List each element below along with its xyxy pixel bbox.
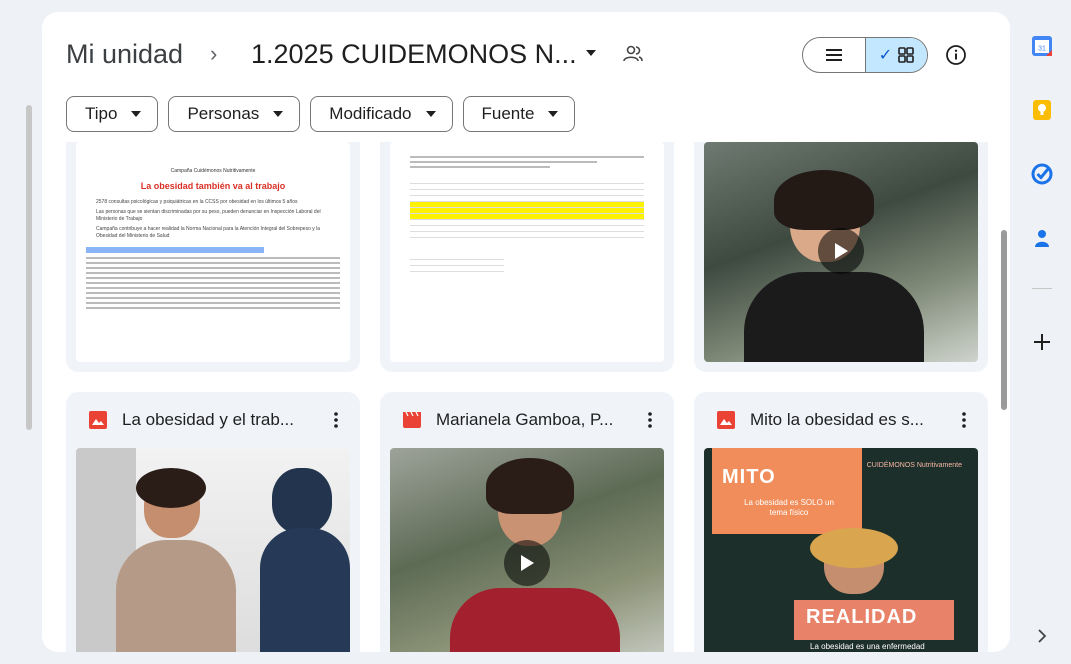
list-icon [825, 49, 842, 61]
file-card[interactable]: Campaña Cuidémonos Nutritivamente La obe… [66, 142, 360, 372]
filter-people-chip[interactable]: Personas [168, 96, 301, 132]
keep-icon[interactable] [1030, 98, 1054, 122]
file-title: La obesidad y el trab... [122, 410, 295, 429]
breadcrumb-current-folder[interactable]: 1.2025 CUIDEMONOS N... [251, 39, 577, 70]
filter-modified-label: Modificado [329, 104, 412, 123]
filter-people-label: Personas [187, 104, 260, 123]
tasks-icon[interactable] [1030, 162, 1054, 186]
image-thumbnail: MITO La obesidad es SOLO un tema físico … [704, 448, 978, 652]
doc-title: La obesidad también va al trabajo [140, 180, 286, 191]
header: Mi unidad › 1.2025 CUIDEMONOS N... ✓ [42, 12, 1010, 98]
grid-icon [898, 47, 914, 63]
view-toggle: ✓ [802, 37, 928, 73]
file-card[interactable] [694, 142, 988, 372]
file-title: Marianela Gamboa, P... [436, 410, 614, 429]
folder-menu-caret-icon[interactable] [582, 46, 600, 60]
breadcrumb-root[interactable]: Mi unidad [66, 39, 183, 70]
chevron-down-icon [273, 111, 284, 117]
chevron-down-icon [425, 111, 436, 117]
more-options-icon[interactable] [640, 410, 660, 430]
filter-chips: Tipo Personas Modificado Fuente [66, 96, 576, 132]
filter-source-chip[interactable]: Fuente [462, 96, 576, 132]
file-card[interactable]: Mito la obesidad es s... MITO La obesida… [694, 392, 988, 652]
doc-bullet: 2578 consultas psicológicas y psiquiátri… [96, 199, 298, 205]
video-thumbnail [704, 142, 978, 362]
filter-modified-chip[interactable]: Modificado [310, 96, 453, 132]
image-file-icon [89, 411, 107, 429]
expand-icon[interactable] [1034, 628, 1050, 644]
play-icon[interactable] [818, 228, 864, 274]
video-file-icon [403, 411, 421, 428]
brand-logo: CUIDÉMONOS Nutritivamente [866, 462, 962, 469]
info-icon[interactable] [945, 44, 967, 66]
shared-people-icon[interactable] [622, 44, 644, 64]
calendar-icon[interactable]: 31 [1030, 34, 1054, 58]
mito-text: La obesidad es SOLO un tema físico [744, 498, 834, 518]
file-grid: Campaña Cuidémonos Nutritivamente La obe… [42, 142, 1010, 652]
file-card[interactable] [380, 142, 674, 372]
left-scrollbar[interactable] [26, 105, 32, 430]
image-thumbnail [76, 448, 350, 652]
realidad-heading: REALIDAD [806, 606, 918, 628]
breadcrumb-separator: › [210, 41, 218, 66]
document-thumbnail: Campaña Cuidémonos Nutritivamente La obe… [76, 142, 350, 362]
realidad-text: La obesidad es una enfermedad [810, 642, 925, 651]
side-panel: 31 [1018, 20, 1066, 660]
doc-bullet: Campaña contribuye a hacer realidad la N… [96, 225, 321, 240]
grid-view-button[interactable]: ✓ [864, 38, 927, 72]
check-icon: ✓ [878, 47, 893, 64]
filter-source-label: Fuente [481, 104, 535, 123]
side-divider [1032, 288, 1052, 289]
image-file-icon [717, 411, 735, 429]
spreadsheet-thumbnail [390, 142, 664, 362]
chevron-down-icon [548, 111, 559, 117]
doc-bullet: Las personas que se sientan discriminada… [96, 208, 321, 223]
more-options-icon[interactable] [954, 410, 974, 430]
mito-heading: MITO [722, 466, 776, 488]
file-title: Mito la obesidad es s... [750, 410, 924, 429]
filter-type-chip[interactable]: Tipo [66, 96, 159, 132]
video-thumbnail [390, 448, 664, 652]
file-card[interactable]: Marianela Gamboa, P... [380, 392, 674, 652]
filter-type-label: Tipo [85, 104, 118, 123]
play-icon[interactable] [504, 540, 550, 586]
chevron-down-icon [131, 111, 142, 117]
contacts-icon[interactable] [1030, 226, 1054, 250]
doc-heading: Campaña Cuidémonos Nutritivamente [170, 168, 256, 174]
list-view-button[interactable] [803, 38, 865, 72]
add-icon[interactable] [1030, 330, 1054, 354]
drive-main-panel: Mi unidad › 1.2025 CUIDEMONOS N... ✓ Tip… [42, 12, 1010, 652]
svg-text:31: 31 [1038, 46, 1046, 53]
file-card[interactable]: La obesidad y el trab... [66, 392, 360, 652]
more-options-icon[interactable] [326, 410, 346, 430]
main-scrollbar[interactable] [1001, 230, 1007, 410]
